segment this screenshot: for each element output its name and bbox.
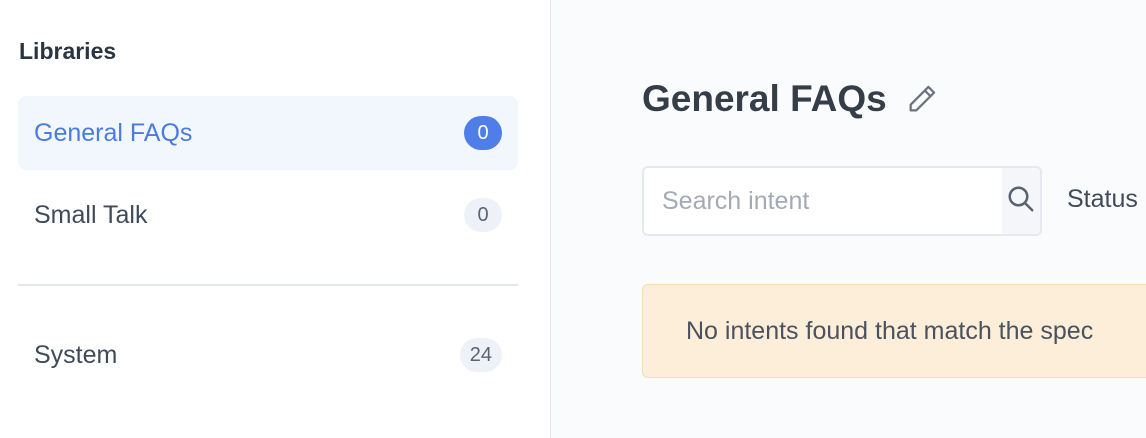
count-badge: 0: [464, 116, 502, 150]
empty-state-alert: No intents found that match the spec: [642, 284, 1146, 378]
count-badge: 0: [464, 198, 502, 232]
status-filter-label[interactable]: Status: [1067, 185, 1138, 214]
sidebar-item-small-talk[interactable]: Small Talk 0: [18, 178, 518, 252]
sidebar-item-general-faqs[interactable]: General FAQs 0: [18, 96, 518, 170]
sidebar-item-label: General FAQs: [34, 118, 193, 147]
sidebar: Libraries General FAQs 0 Small Talk 0 Sy…: [0, 0, 551, 438]
main-content: General FAQs Status No int: [551, 0, 1146, 438]
search-input[interactable]: [644, 168, 1002, 234]
sidebar-item-system[interactable]: System 24: [18, 318, 518, 392]
empty-state-message: No intents found that match the spec: [686, 316, 1094, 345]
page-header: General FAQs: [642, 78, 939, 120]
search-box: [642, 166, 1042, 236]
page-title: General FAQs: [642, 78, 887, 119]
sidebar-divider: [18, 284, 518, 286]
sidebar-item-label: System: [34, 340, 118, 369]
pencil-icon[interactable]: [905, 82, 939, 116]
sidebar-title: Libraries: [19, 38, 117, 64]
app: Libraries General FAQs 0 Small Talk 0 Sy…: [0, 0, 1146, 438]
count-badge: 24: [459, 338, 502, 372]
search-icon: [1006, 184, 1036, 219]
search-button[interactable]: [1002, 168, 1040, 234]
sidebar-item-label: Small Talk: [34, 200, 148, 229]
